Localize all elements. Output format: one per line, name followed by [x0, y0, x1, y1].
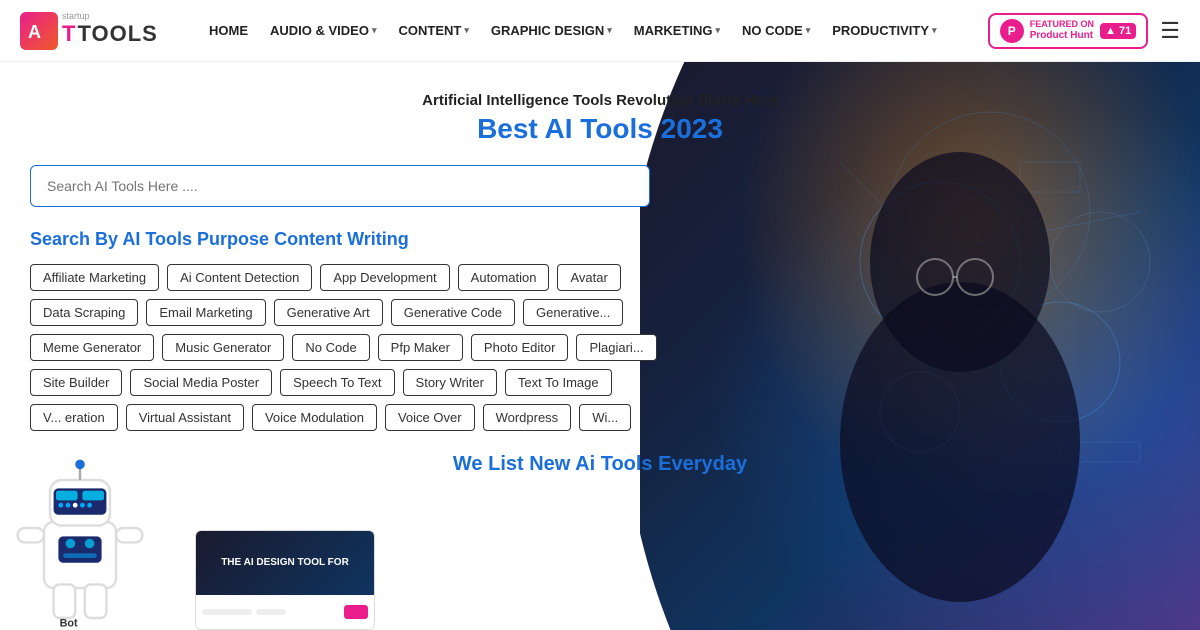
product-hunt-logo: P [1000, 19, 1024, 43]
tag-automation[interactable]: Automation [458, 264, 550, 291]
nav-graphic-design[interactable]: GRAPHIC DESIGN ▾ [483, 17, 620, 44]
hamburger-menu[interactable]: ☰ [1160, 18, 1180, 44]
bottom-section: We List New Ai Tools Everyday [30, 453, 1170, 476]
headline-block: Artificial Intelligence Tools Revolution… [30, 92, 1170, 145]
tag-social-media-poster[interactable]: Social Media Poster [130, 369, 272, 396]
nav-home[interactable]: HOME [201, 17, 256, 44]
chevron-down-icon: ▾ [716, 25, 721, 36]
tag-voice-modulation[interactable]: Voice Modulation [252, 404, 377, 431]
tag-text-to-image[interactable]: Text To Image [505, 369, 612, 396]
product-hunt-badge[interactable]: P FEATURED ON Product Hunt ▲ 71 [988, 13, 1149, 49]
card-thumb-footer [196, 595, 374, 629]
card-footer-button[interactable] [344, 605, 368, 619]
chevron-down-icon: ▾ [932, 25, 937, 36]
tag-avatar[interactable]: Avatar [557, 264, 620, 291]
nav-audio-video[interactable]: AUDIO & VIDEO ▾ [262, 17, 385, 44]
svg-text:Bot: Bot [60, 617, 78, 629]
left-section: Artificial Intelligence Tools Revolution… [0, 62, 1200, 630]
tag-site-builder[interactable]: Site Builder [30, 369, 122, 396]
tag-virtual-assistant[interactable]: Virtual Assistant [126, 404, 244, 431]
tag-generative-code[interactable]: Generative Code [391, 299, 515, 326]
product-hunt-text: FEATURED ON Product Hunt [1030, 19, 1094, 42]
card-thumb-inner-1: THE AI DESIGN TOOL FOR [196, 531, 374, 595]
tag-email-marketing[interactable]: Email Marketing [146, 299, 265, 326]
logo-icon: A [20, 12, 58, 50]
tag-ai-content-detection[interactable]: Ai Content Detection [167, 264, 312, 291]
tag-data-scraping[interactable]: Data Scraping [30, 299, 138, 326]
tag-meme-generator[interactable]: Meme Generator [30, 334, 154, 361]
nav-no-code[interactable]: NO CODE ▾ [734, 17, 818, 44]
chevron-down-icon: ▾ [464, 25, 469, 36]
tag-affiliate-marketing[interactable]: Affiliate Marketing [30, 264, 159, 291]
robot-icon: Bot [0, 450, 160, 630]
chevron-down-icon: ▾ [607, 25, 612, 36]
chevron-down-icon: ▾ [806, 25, 811, 36]
chevron-down-icon: ▾ [372, 25, 377, 36]
tag-photo-editor[interactable]: Photo Editor [471, 334, 569, 361]
tag-wi[interactable]: Wi... [579, 404, 631, 431]
headline-title: Best AI Tools 2023 [30, 113, 1170, 145]
search-input[interactable] [30, 165, 650, 207]
nav-marketing[interactable]: MARKETING ▾ [626, 17, 728, 44]
logo[interactable]: A startup T TOOLS [20, 12, 158, 50]
header: A startup T TOOLS HOME AUDIO & VIDEO ▾ C… [0, 0, 1200, 62]
card-footer-bar [202, 609, 252, 615]
tag-story-writer[interactable]: Story Writer [403, 369, 497, 396]
nav-content[interactable]: CONTENT ▾ [390, 17, 476, 44]
logo-text-block: startup T TOOLS [62, 15, 158, 47]
tag-speech-to-text[interactable]: Speech To Text [280, 369, 394, 396]
main-content: Artificial Intelligence Tools Revolution… [0, 62, 1200, 630]
tag-plagiarism[interactable]: Plagiari... [576, 334, 656, 361]
headline-subtitle: Artificial Intelligence Tools Revolution… [30, 92, 1170, 109]
main-nav: HOME AUDIO & VIDEO ▾ CONTENT ▾ GRAPHIC D… [201, 17, 945, 44]
logo-sub: startup [62, 11, 158, 21]
tag-app-development[interactable]: App Development [320, 264, 449, 291]
tag-wordpress[interactable]: Wordpress [483, 404, 572, 431]
tag-music-generator[interactable]: Music Generator [162, 334, 284, 361]
tag-no-code[interactable]: No Code [292, 334, 369, 361]
tag-generative-other[interactable]: Generative... [523, 299, 623, 326]
tag-v-eration[interactable]: V... eration [30, 404, 118, 431]
card-thumbnail-area: THE AI DESIGN TOOL FOR [195, 530, 375, 630]
logo-name: TOOLS [77, 21, 157, 47]
product-hunt-count: ▲ 71 [1100, 23, 1136, 39]
new-tools-label: We List New Ai Tools Everyday [30, 453, 1170, 476]
card-footer-bar-2 [256, 609, 286, 615]
tag-voice-over[interactable]: Voice Over [385, 404, 475, 431]
tags-grid: Affiliate Marketing Ai Content Detection… [30, 264, 670, 431]
card-thumb-1[interactable]: THE AI DESIGN TOOL FOR [195, 530, 375, 630]
tag-pfp-maker[interactable]: Pfp Maker [378, 334, 463, 361]
svg-text:A: A [28, 22, 41, 42]
robot-area: Bot [0, 450, 170, 630]
nav-productivity[interactable]: PRODUCTIVITY ▾ [824, 17, 944, 44]
tags-title: Search By AI Tools Purpose Content Writi… [30, 229, 1170, 250]
tag-generative-art[interactable]: Generative Art [274, 299, 383, 326]
